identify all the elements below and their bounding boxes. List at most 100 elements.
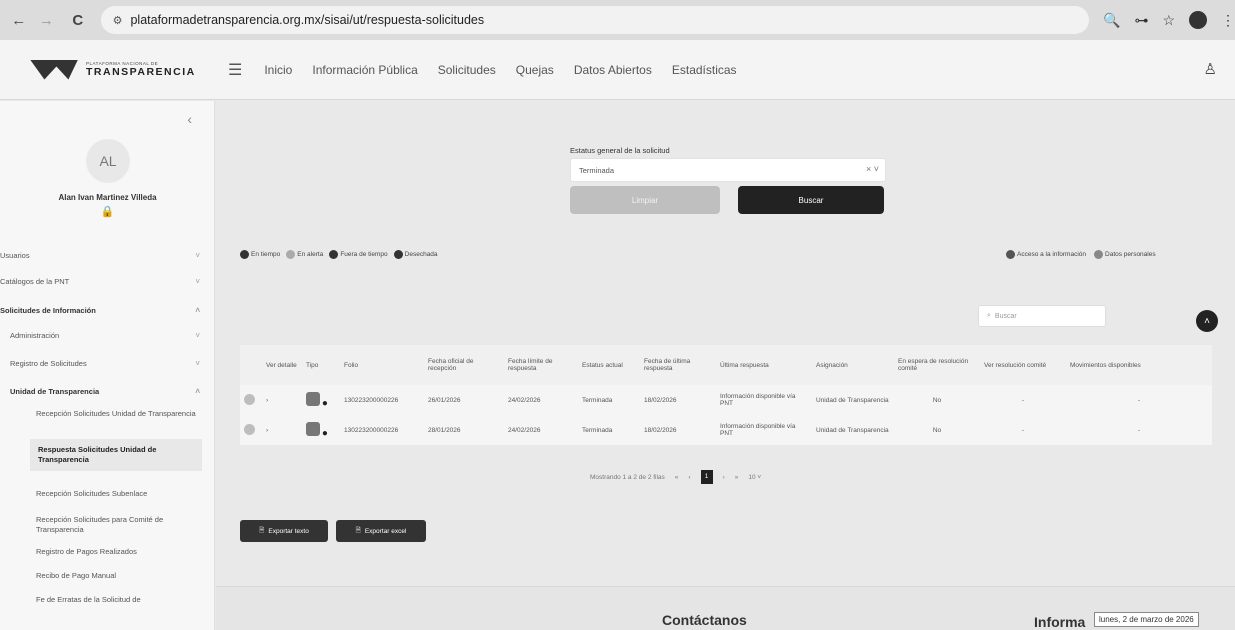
page-button-current[interactable]: 1 [700,470,713,484]
expand-cell[interactable]: › [262,385,302,415]
site-info-icon[interactable]: ⚙ [113,14,123,27]
document-icon: 🗎 [259,526,265,534]
user-icon[interactable]: ♙ [1204,60,1217,78]
search-button[interactable]: Buscar [738,186,884,214]
column-header-ver-detalle[interactable]: Ver detalle [262,345,302,385]
espera-comite-cell: No [894,385,980,415]
sidebar-item-fe-erratas[interactable]: Fe de Erratas de la Solicitud de [36,595,196,605]
clear-button[interactable]: Limpiar [570,186,720,214]
menu-item-quejas[interactable]: Quejas [516,63,554,77]
sidebar-item-recepcion-ut[interactable]: Recepción Solicitudes Unidad de Transpar… [36,409,196,419]
per-page-select[interactable]: 10 ˅ [748,474,761,481]
sidebar-item-solicitudes[interactable]: Solicitudes de Información ˄ [0,306,200,315]
movimientos-cell: - [1066,415,1212,445]
menu-item-informacion-publica[interactable]: Información Pública [312,63,417,77]
column-header-espera-comite[interactable]: En espera de resolución comité [894,345,980,385]
legend-item: Acceso a la información [1006,250,1086,259]
column-header-estatus[interactable]: Estatus actual [578,345,640,385]
estatus-cell: Terminada [578,415,640,445]
sidebar-item-recibo-pago[interactable]: Recibo de Pago Manual [36,571,196,581]
sidebar-item-catalogos[interactable]: Catálogos de la PNT ˅ [0,277,200,286]
status-dot-icon [393,250,403,259]
sidebar-item-label: Registro de Pagos Realizados [36,547,137,556]
reload-icon[interactable]: C [67,12,89,29]
app-header: PLATAFORMA NACIONAL DE TRANSPARENCIA ☰ I… [0,40,1235,100]
back-icon[interactable]: ← [8,12,30,29]
sidebar-item-label: Recepción Solicitudes Unidad de Transpar… [36,409,196,418]
more-icon[interactable]: ⋮ [1221,12,1235,29]
asignacion-cell: Unidad de Transparencia [812,385,894,415]
scroll-top-button[interactable]: ˄ [1196,310,1218,332]
collapse-sidebar-icon[interactable]: ‹ [187,111,192,127]
menu-item-solicitudes[interactable]: Solicitudes [438,63,496,77]
next-page-icon[interactable]: › [723,474,725,481]
column-header-folio[interactable]: Folio [340,345,424,385]
sidebar-item-administracion[interactable]: Administración ˅ [0,331,200,340]
fecha-ultima-cell: 18/02/2026 [640,385,716,415]
chevron-down-icon: ˅ [195,359,200,368]
sidebar: ‹ AL Alan Ivan Martinez Villeda 🔒 Usuari… [0,101,215,630]
sidebar-item-registro-solicitudes[interactable]: Registro de Solicitudes ˅ [0,359,200,368]
ver-resolucion-cell: - [980,415,1066,445]
legend-item: Fuera de tiempo [329,250,388,259]
status-select[interactable]: Terminada × ˅ [570,158,886,182]
column-header-ultima-respuesta[interactable]: Última respuesta [716,345,812,385]
zoom-icon[interactable]: 🔍 [1103,12,1120,29]
folio-cell[interactable]: 130223200000226 [340,385,424,415]
profile-icon[interactable] [1189,11,1208,29]
column-header-tipo[interactable]: Tipo [302,345,340,385]
menu-item-estadisticas[interactable]: Estadísticas [672,63,737,77]
date-tooltip: lunes, 2 de marzo de 2026 [1094,612,1199,627]
folio-cell[interactable]: 130223200000226 [340,415,424,445]
column-header-fecha-recepcion[interactable]: Fecha oficial de recepción [424,345,504,385]
sidebar-item-unidad-transparencia[interactable]: Unidad de Transparencia ˄ [0,387,200,396]
last-page-icon[interactable]: » [735,474,739,481]
legend-label: En alerta [297,251,324,259]
sidebar-item-registro-pagos[interactable]: Registro de Pagos Realizados [36,547,196,557]
first-page-icon[interactable]: « [675,474,679,481]
chevron-right-icon[interactable]: › [266,397,268,404]
sidebar-item-respuesta-ut[interactable]: Respuesta Solicitudes Unidad de Transpar… [30,439,202,471]
clear-selection-icon[interactable]: × [866,164,871,174]
chevron-down-icon: ˅ [195,277,200,286]
table-search-input[interactable]: ⌕ Buscar [978,305,1106,327]
footer-contact-title: Contáctanos [662,612,747,628]
spreadsheet-icon: 🗎 [355,526,361,534]
chevron-right-icon[interactable]: › [266,427,268,434]
ultima-respuesta-cell: Información disponible vía PNT [716,385,812,415]
menu-item-inicio[interactable]: Inicio [264,63,292,77]
expand-cell[interactable]: › [262,415,302,445]
address-bar[interactable]: ⚙ plataformadetransparencia.org.mx/sisai… [100,6,1090,34]
column-header-ver-resolucion[interactable]: Ver resolución comité [980,345,1066,385]
column-header-fecha-ultima[interactable]: Fecha de última respuesta [640,345,716,385]
type-legend: Acceso a la información Datos personales [1006,250,1156,259]
export-text-button[interactable]: 🗎 Exportar texto [240,520,328,542]
forward-icon[interactable]: → [36,12,58,29]
status-dot-icon [244,393,255,405]
type-cell: ● [302,385,340,415]
status-cell [240,385,262,415]
sidebar-item-usuarios[interactable]: Usuarios ˅ [0,251,200,260]
espera-comite-cell: No [894,415,980,445]
sidebar-item-recepcion-subenlace[interactable]: Recepción Solicitudes Subenlace [36,489,196,499]
logo[interactable]: PLATAFORMA NACIONAL DE TRANSPARENCIA [30,59,220,80]
export-excel-button[interactable]: 🗎 Exportar excel [336,520,426,542]
status-cell [240,415,262,445]
requests-table: Ver detalle Tipo Folio Fecha oficial de … [240,345,1212,445]
prev-page-icon[interactable]: ‹ [688,474,690,481]
column-header-asignacion[interactable]: Asignación [812,345,894,385]
sidebar-item-recepcion-comite[interactable]: Recepción Solicitudes para Comité de Tra… [36,515,196,535]
bookmark-icon[interactable]: ☆ [1162,12,1175,29]
menu-item-datos-abiertos[interactable]: Datos Abiertos [574,63,652,77]
pagination-summary: Mostrando 1 a 2 de 2 filas [590,473,665,481]
legend-item: En alerta [286,250,323,259]
legend-item: En tiempo [240,250,280,259]
search-icon: ⌕ [987,312,991,319]
password-icon[interactable]: ⊶ [1134,12,1148,29]
hamburger-icon[interactable]: ☰ [228,60,242,80]
url-text: plataformadetransparencia.org.mx/sisai/u… [130,13,485,27]
column-header-fecha-limite[interactable]: Fecha límite de respuesta [504,345,578,385]
request-type-icon [306,391,320,406]
legend-label: Datos personales [1105,251,1156,259]
chevron-down-icon[interactable]: ˅ [874,164,879,174]
